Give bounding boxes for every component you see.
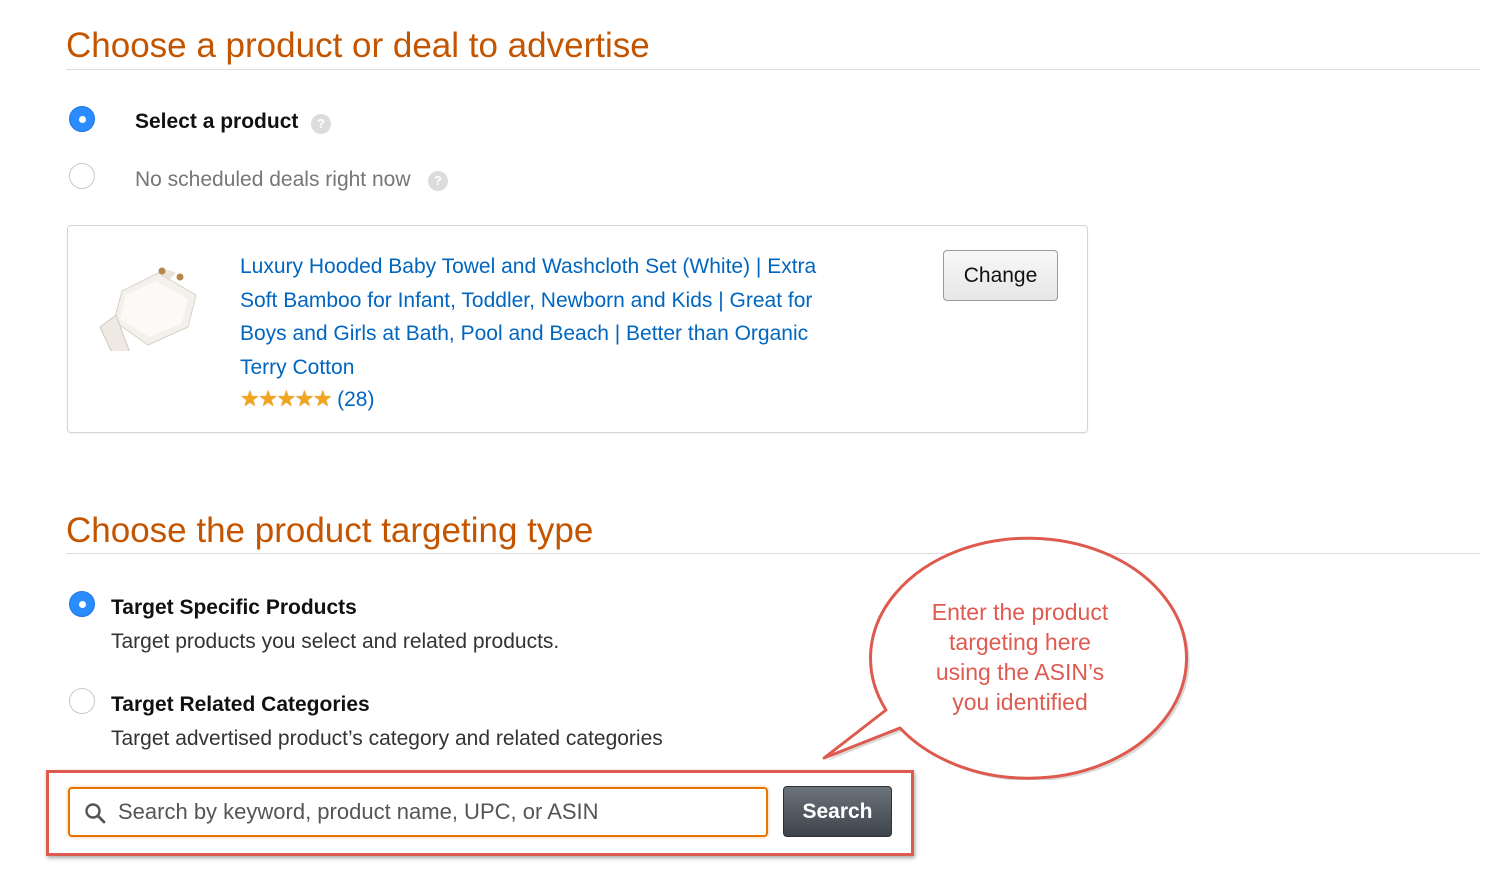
radio-scheduled-deals[interactable]	[69, 163, 95, 189]
search-input[interactable]	[118, 789, 758, 835]
radio-select-product[interactable]	[69, 106, 95, 132]
section-divider	[66, 69, 1480, 70]
search-field[interactable]	[68, 787, 768, 837]
option-label-scheduled-deals: No scheduled deals right now	[135, 168, 411, 191]
star-rating-icon: ★★★★★	[240, 386, 333, 411]
review-count-link[interactable]: (28)	[337, 388, 374, 411]
change-product-button[interactable]: Change	[943, 250, 1058, 301]
radio-target-specific-products[interactable]	[69, 591, 95, 617]
question-icon[interactable]: ?	[428, 171, 448, 191]
product-rating: ★★★★★ (28)	[240, 386, 374, 412]
callout-line: using the ASIN’s	[935, 659, 1105, 685]
search-button[interactable]: Search	[783, 786, 892, 837]
callout-line: targeting here	[949, 629, 1091, 655]
product-image	[99, 267, 197, 351]
section-title-targeting: Choose the product targeting type	[66, 511, 594, 550]
callout-text: Enter the product targeting here using t…	[892, 597, 1148, 717]
section-divider	[66, 553, 1480, 554]
option-label-select-product: Select a product	[135, 110, 299, 133]
callout-line: you identified	[952, 689, 1088, 715]
option-desc-target-specific-products: Target products you select and related p…	[111, 630, 560, 653]
option-label-target-specific-products: Target Specific Products	[111, 596, 357, 619]
question-icon[interactable]: ?	[311, 114, 331, 134]
selected-product-card: Luxury Hooded Baby Towel and Washcloth S…	[67, 225, 1088, 433]
callout-line: Enter the product	[931, 599, 1109, 625]
section-title-product: Choose a product or deal to advertise	[66, 26, 650, 65]
option-label-target-related-categories: Target Related Categories	[111, 693, 370, 716]
product-title-link[interactable]: Luxury Hooded Baby Towel and Washcloth S…	[240, 250, 850, 384]
option-desc-target-related-categories: Target advertised product’s category and…	[111, 727, 663, 750]
search-icon	[85, 803, 106, 824]
radio-target-related-categories[interactable]	[69, 688, 95, 714]
